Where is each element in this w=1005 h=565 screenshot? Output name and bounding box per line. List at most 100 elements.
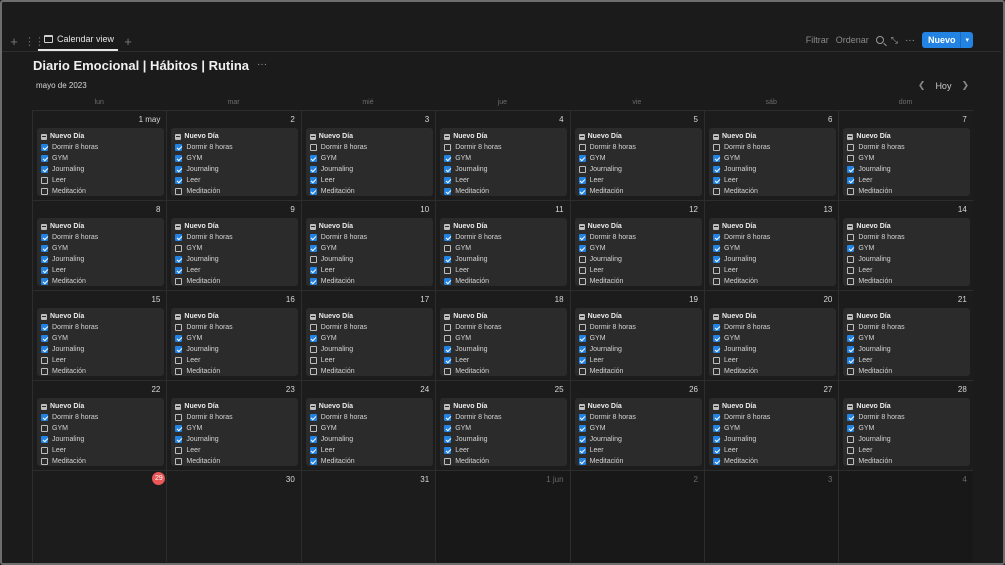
habit-checkbox[interactable] xyxy=(847,144,855,151)
calendar-day[interactable]: 26 Nuevo Día Dormir 8 horas GYM Journaling Le… xyxy=(569,380,704,470)
habit-checkbox[interactable] xyxy=(175,425,183,432)
habit-checkbox[interactable] xyxy=(847,357,855,364)
calendar-day[interactable]: 13 Nuevo Día Dormir 8 horas GYM Journaling Le… xyxy=(704,200,839,290)
habit-checkbox[interactable] xyxy=(41,458,48,465)
day-card[interactable]: Nuevo Día Dormir 8 horas GYM Journaling Leer… xyxy=(37,128,164,196)
habit-checkbox[interactable] xyxy=(175,278,183,285)
card-title[interactable]: Nuevo Día xyxy=(578,131,698,142)
habit-checkbox[interactable] xyxy=(578,144,586,151)
calendar-day[interactable]: 18 Nuevo Día Dormir 8 horas GYM Journaling Le… xyxy=(435,290,570,380)
card-title[interactable]: Nuevo Día xyxy=(578,221,698,232)
card-title[interactable]: Nuevo Día xyxy=(713,131,832,142)
habit-checkbox[interactable] xyxy=(847,155,855,162)
habit-checkbox[interactable] xyxy=(713,458,720,465)
calendar-day[interactable]: 19 Nuevo Día Dormir 8 horas GYM Journaling Le… xyxy=(569,290,704,380)
habit-checkbox[interactable] xyxy=(713,436,720,443)
day-card[interactable]: Nuevo Día Dormir 8 horas GYM Journaling Leer… xyxy=(709,308,836,376)
habit-checkbox[interactable] xyxy=(41,234,48,241)
habit-checkbox[interactable] xyxy=(41,414,48,421)
habit-checkbox[interactable] xyxy=(444,458,452,465)
habit-checkbox[interactable] xyxy=(578,458,586,465)
habit-checkbox[interactable] xyxy=(444,177,452,184)
card-title[interactable]: Nuevo Día xyxy=(444,221,563,232)
habit-checkbox[interactable] xyxy=(175,166,183,173)
habit-checkbox[interactable] xyxy=(578,245,586,252)
habit-checkbox[interactable] xyxy=(847,267,855,274)
card-title[interactable]: Nuevo Día xyxy=(847,311,966,322)
habit-checkbox[interactable] xyxy=(309,335,317,342)
tab-calendar-view[interactable]: Calendar view xyxy=(38,34,119,51)
habit-checkbox[interactable] xyxy=(578,357,586,364)
card-title[interactable]: Nuevo Día xyxy=(41,131,160,142)
prev-month-icon[interactable]: ❮ xyxy=(918,80,926,91)
habit-checkbox[interactable] xyxy=(713,346,720,353)
habit-checkbox[interactable] xyxy=(847,278,855,285)
habit-checkbox[interactable] xyxy=(41,324,48,331)
habit-checkbox[interactable] xyxy=(713,177,720,184)
habit-checkbox[interactable] xyxy=(175,436,183,443)
habit-checkbox[interactable] xyxy=(444,166,452,173)
habit-checkbox[interactable] xyxy=(847,414,855,421)
calendar-day[interactable]: 15 Nuevo Día Dormir 8 horas GYM Journaling Le… xyxy=(32,290,167,380)
calendar-day[interactable]: 30 xyxy=(166,470,301,562)
habit-checkbox[interactable] xyxy=(713,368,720,375)
habit-checkbox[interactable] xyxy=(41,155,48,162)
habit-checkbox[interactable] xyxy=(578,335,586,342)
new-button[interactable]: Nuevo ▾ xyxy=(921,32,973,48)
card-title[interactable]: Nuevo Día xyxy=(713,401,832,412)
habit-checkbox[interactable] xyxy=(41,256,48,263)
card-title[interactable]: Nuevo Día xyxy=(444,401,563,412)
habit-checkbox[interactable] xyxy=(41,267,48,274)
card-title[interactable]: Nuevo Día xyxy=(41,401,160,412)
habit-checkbox[interactable] xyxy=(41,346,48,353)
calendar-day[interactable]: 10 Nuevo Día Dormir 8 horas GYM Journaling Le… xyxy=(300,200,436,290)
day-card[interactable]: Nuevo Día Dormir 8 horas GYM Journaling Leer… xyxy=(37,398,164,466)
calendar-day[interactable]: 4 xyxy=(838,470,973,562)
calendar-day[interactable]: 6 Nuevo Día Dormir 8 horas GYM Journaling Lee… xyxy=(704,110,839,200)
habit-checkbox[interactable] xyxy=(309,324,317,331)
card-title[interactable]: Nuevo Día xyxy=(309,131,429,142)
habit-checkbox[interactable] xyxy=(444,188,452,195)
calendar-day[interactable]: 21 Nuevo Día Dormir 8 horas GYM Journaling Le… xyxy=(838,290,973,380)
habit-checkbox[interactable] xyxy=(309,414,317,421)
day-card[interactable]: Nuevo Día Dormir 8 horas GYM Journaling Leer… xyxy=(171,218,299,286)
day-card[interactable]: Nuevo Día Dormir 8 horas GYM Journaling Leer… xyxy=(305,398,433,466)
habit-checkbox[interactable] xyxy=(175,188,183,195)
habit-checkbox[interactable] xyxy=(309,278,317,285)
card-title[interactable]: Nuevo Día xyxy=(847,401,966,412)
habit-checkbox[interactable] xyxy=(713,335,720,342)
habit-checkbox[interactable] xyxy=(444,425,452,432)
habit-checkbox[interactable] xyxy=(578,267,586,274)
habit-checkbox[interactable] xyxy=(847,188,855,195)
habit-checkbox[interactable] xyxy=(41,335,48,342)
calendar-day[interactable]: 1 may Nuevo Día Dormir 8 horas GYM Journalin… xyxy=(32,110,167,200)
habit-checkbox[interactable] xyxy=(309,458,317,465)
habit-checkbox[interactable] xyxy=(41,447,48,454)
habit-checkbox[interactable] xyxy=(41,278,48,285)
calendar-day[interactable]: 29 xyxy=(32,470,167,562)
habit-checkbox[interactable] xyxy=(41,425,48,432)
habit-checkbox[interactable] xyxy=(578,368,586,375)
habit-checkbox[interactable] xyxy=(309,155,317,162)
habit-checkbox[interactable] xyxy=(175,155,183,162)
habit-checkbox[interactable] xyxy=(847,245,855,252)
search-icon[interactable] xyxy=(875,36,884,44)
drag-handle-icon[interactable]: ⋮⋮ xyxy=(24,35,45,48)
habit-checkbox[interactable] xyxy=(847,234,855,241)
habit-checkbox[interactable] xyxy=(175,256,183,263)
habit-checkbox[interactable] xyxy=(175,324,183,331)
habit-checkbox[interactable] xyxy=(713,166,720,173)
habit-checkbox[interactable] xyxy=(175,144,183,151)
habit-checkbox[interactable] xyxy=(847,335,855,342)
habit-checkbox[interactable] xyxy=(444,144,452,151)
calendar-day[interactable]: 2 xyxy=(569,470,704,562)
card-title[interactable]: Nuevo Día xyxy=(847,221,966,232)
habit-checkbox[interactable] xyxy=(309,346,317,353)
habit-checkbox[interactable] xyxy=(847,368,855,375)
card-title[interactable]: Nuevo Día xyxy=(175,131,294,142)
habit-checkbox[interactable] xyxy=(713,447,720,454)
habit-checkbox[interactable] xyxy=(713,245,720,252)
habit-checkbox[interactable] xyxy=(444,368,452,375)
day-card[interactable]: Nuevo Día Dormir 8 horas GYM Journaling Leer… xyxy=(843,398,971,466)
habit-checkbox[interactable] xyxy=(578,177,586,184)
